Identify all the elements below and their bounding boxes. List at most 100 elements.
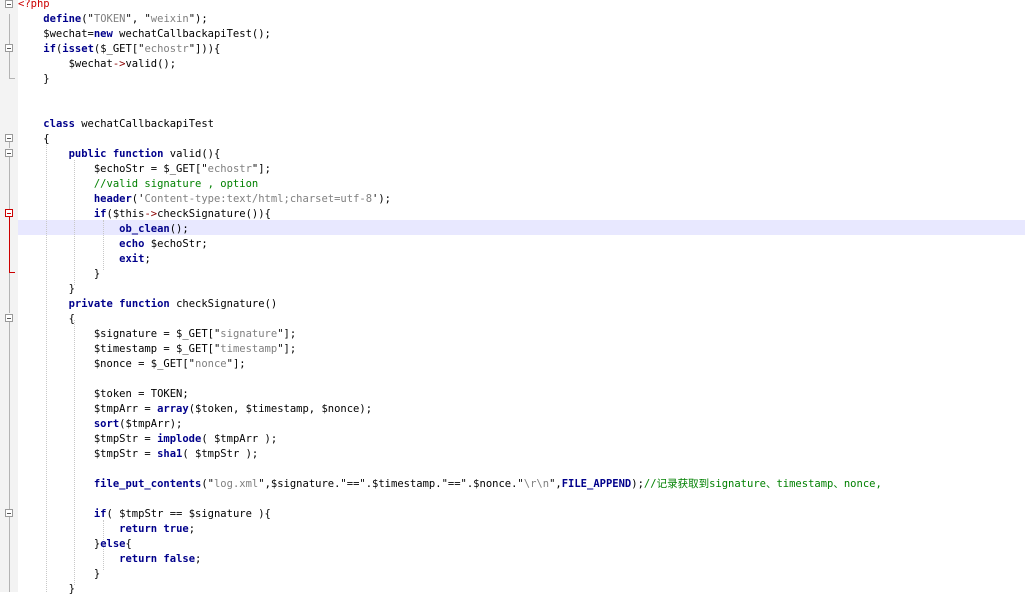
fold-toggle-icon[interactable] bbox=[5, 509, 13, 517]
code-token: echostr bbox=[207, 163, 252, 175]
code-line[interactable]: } bbox=[18, 582, 75, 597]
code-line[interactable]: } bbox=[18, 267, 100, 282]
code-token: isset bbox=[62, 43, 94, 55]
code-token: $tmpStr = bbox=[18, 433, 158, 445]
code-token: "]; bbox=[277, 328, 297, 340]
code-token: checkSignature() bbox=[169, 298, 278, 310]
code-token: '); bbox=[372, 193, 391, 205]
code-line[interactable]: $tmpStr = implode( $tmpArr ); bbox=[18, 432, 277, 447]
fold-gutter[interactable] bbox=[0, 0, 18, 592]
code-token: \r\n bbox=[523, 478, 550, 490]
code-token: FILE_APPEND bbox=[561, 478, 632, 490]
code-token: ( $tmpStr ); bbox=[182, 448, 259, 460]
fold-line bbox=[9, 273, 10, 313]
fold-end-marker bbox=[9, 78, 15, 79]
code-token: "); bbox=[188, 13, 208, 25]
code-token: } bbox=[18, 538, 101, 550]
code-token: ($_GET[" bbox=[93, 43, 145, 55]
code-token: ); bbox=[631, 478, 644, 490]
code-line[interactable]: echo $echoStr; bbox=[18, 237, 208, 252]
code-line[interactable]: $tmpArr = array($token, $timestamp, $non… bbox=[18, 402, 372, 417]
fold-toggle-icon[interactable] bbox=[5, 314, 13, 322]
code-line[interactable]: if(isset($_GET["echostr"])){ bbox=[18, 42, 220, 57]
code-token: define bbox=[43, 13, 82, 25]
code-line[interactable]: class wechatCallbackapiTest bbox=[18, 117, 214, 132]
code-token: } bbox=[18, 283, 75, 295]
code-token: $echoStr = $_GET[" bbox=[18, 163, 208, 175]
code-token: //记录获取到signature、timestamp、nonce, bbox=[643, 478, 882, 490]
code-token: file_put_contents bbox=[93, 478, 202, 490]
code-line[interactable]: $tmpStr = sha1( $tmpStr ); bbox=[18, 447, 258, 462]
code-token: checkSignature()){ bbox=[157, 208, 271, 220]
fold-line bbox=[9, 52, 10, 78]
code-token: { bbox=[125, 538, 132, 550]
code-line[interactable]: ob_clean(); bbox=[18, 222, 189, 237]
fold-line bbox=[9, 142, 10, 148]
code-token: } bbox=[18, 568, 101, 580]
code-line[interactable]: sort($tmpArr); bbox=[18, 417, 183, 432]
code-line[interactable]: if($this->checkSignature()){ bbox=[18, 207, 271, 222]
code-line[interactable]: header('Content-type:text/html;charset=u… bbox=[18, 192, 391, 207]
code-line[interactable]: $timestamp = $_GET["timestamp"]; bbox=[18, 342, 296, 357]
code-line[interactable]: $wechat=new wechatCallbackapiTest(); bbox=[18, 27, 271, 42]
code-token: -> bbox=[112, 58, 126, 70]
code-line[interactable]: } bbox=[18, 567, 100, 582]
code-token: signature bbox=[220, 328, 278, 340]
code-line[interactable]: { bbox=[18, 132, 49, 147]
code-line[interactable]: exit; bbox=[18, 252, 151, 267]
code-token: ob_clean bbox=[119, 223, 170, 235]
code-line[interactable]: $echoStr = $_GET["echostr"]; bbox=[18, 162, 271, 177]
code-token: $tmpArr = bbox=[18, 403, 158, 415]
code-line[interactable]: } bbox=[18, 72, 50, 87]
code-token: return bbox=[119, 523, 158, 535]
code-token: (' bbox=[131, 193, 145, 205]
fold-toggle-icon[interactable] bbox=[5, 0, 13, 8]
code-token: return bbox=[119, 553, 158, 565]
code-token: ($token, $timestamp, $nonce); bbox=[188, 403, 373, 415]
code-line[interactable]: //valid signature , option bbox=[18, 177, 258, 192]
code-line[interactable]: private function checkSignature() bbox=[18, 297, 278, 312]
code-token: new bbox=[93, 28, 113, 40]
code-line[interactable]: file_put_contents("log.xml",$signature."… bbox=[18, 477, 882, 492]
code-line[interactable]: <?php bbox=[18, 0, 50, 12]
code-token: (); bbox=[169, 223, 189, 235]
code-token: array bbox=[157, 403, 189, 415]
code-token: "]; bbox=[251, 163, 271, 175]
fold-toggle-icon[interactable] bbox=[5, 209, 13, 217]
code-editor[interactable]: <?php define("TOKEN", "weixin"); $wechat… bbox=[0, 0, 1025, 595]
code-token: if bbox=[43, 43, 56, 55]
code-line[interactable]: $wechat->valid(); bbox=[18, 57, 177, 72]
code-line[interactable]: { bbox=[18, 312, 75, 327]
code-token: nonce bbox=[195, 358, 227, 370]
fold-toggle-icon[interactable] bbox=[5, 134, 13, 142]
code-line[interactable]: $token = TOKEN; bbox=[18, 387, 189, 402]
code-line[interactable]: } bbox=[18, 282, 75, 297]
code-token: exit bbox=[119, 253, 145, 265]
fold-toggle-icon[interactable] bbox=[5, 44, 13, 52]
code-token: valid(){ bbox=[163, 148, 221, 160]
code-line[interactable]: define("TOKEN", "weixin"); bbox=[18, 12, 208, 27]
code-token: $wechat= bbox=[18, 28, 94, 40]
code-token: $nonce = $_GET[" bbox=[18, 358, 196, 370]
fold-line bbox=[9, 14, 10, 44]
code-line[interactable]: }else{ bbox=[18, 537, 132, 552]
code-token: timestamp bbox=[220, 343, 278, 355]
fold-toggle-icon[interactable] bbox=[5, 149, 13, 157]
code-line[interactable]: return false; bbox=[18, 552, 201, 567]
code-line[interactable]: $signature = $_GET["signature"]; bbox=[18, 327, 296, 342]
code-line[interactable]: $nonce = $_GET["nonce"]; bbox=[18, 357, 246, 372]
code-token: ; bbox=[188, 523, 196, 535]
code-token: } bbox=[18, 73, 50, 85]
code-token: "]; bbox=[226, 358, 246, 370]
code-line[interactable]: return true; bbox=[18, 522, 195, 537]
fold-line bbox=[9, 322, 10, 509]
code-line[interactable]: if( $tmpStr == $signature ){ bbox=[18, 507, 271, 522]
code-token: echo bbox=[119, 238, 145, 250]
code-line[interactable]: public function valid(){ bbox=[18, 147, 221, 162]
code-token: if bbox=[93, 508, 107, 520]
code-token: ( $tmpArr ); bbox=[201, 433, 278, 445]
